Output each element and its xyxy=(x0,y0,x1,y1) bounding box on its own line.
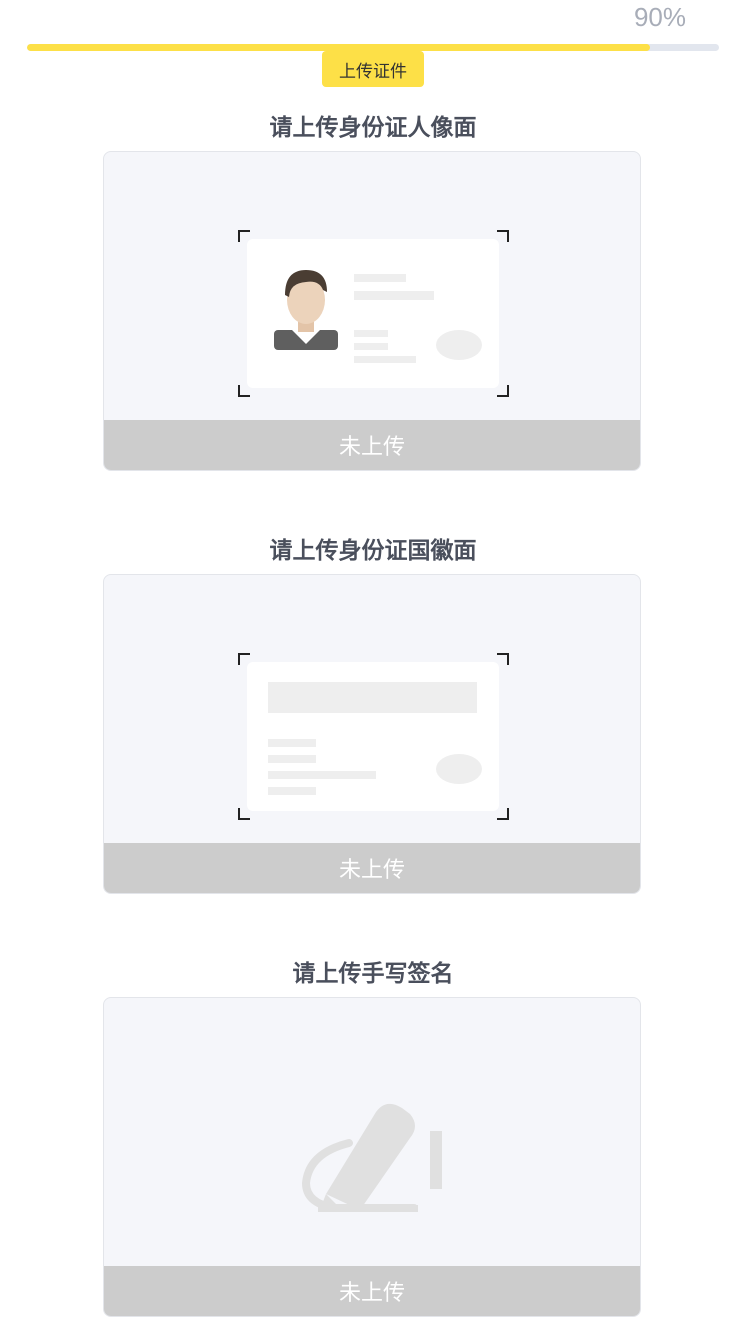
step-badge: 上传证件 xyxy=(322,51,424,87)
signature-pen-icon xyxy=(301,1103,442,1212)
id-front-placeholder-icon xyxy=(238,230,509,397)
section-title-id-front: 请上传身份证人像面 xyxy=(269,115,477,141)
upload-status: 未上传 xyxy=(104,843,640,893)
upload-status: 未上传 xyxy=(104,420,640,470)
section-title-signature: 请上传手写签名 xyxy=(292,961,454,987)
progress-fill xyxy=(27,44,650,51)
progress-track xyxy=(27,44,719,51)
progress-percent: 90% xyxy=(633,2,686,32)
upload-card-id-back[interactable]: 未上传 xyxy=(103,574,641,894)
upload-status: 未上传 xyxy=(104,1266,640,1316)
upload-card-id-front[interactable]: 未上传 xyxy=(103,151,641,471)
upload-card-signature[interactable]: 未上传 xyxy=(103,997,641,1317)
id-back-placeholder-icon xyxy=(238,653,509,820)
section-title-id-back: 请上传身份证国徽面 xyxy=(269,538,477,564)
progress-header: 90% 上传证件 xyxy=(0,0,746,100)
